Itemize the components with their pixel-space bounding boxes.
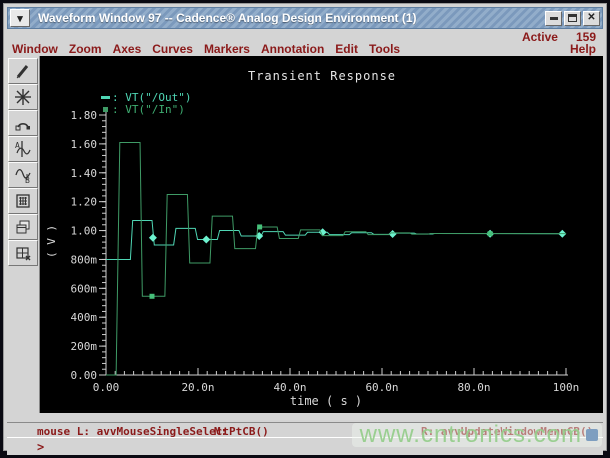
minimize-button[interactable] — [545, 11, 562, 26]
svg-text:1.40: 1.40 — [71, 167, 98, 180]
tool-calculator-button[interactable] — [8, 188, 38, 214]
probe-arc-icon — [14, 114, 32, 132]
menu-item-axes[interactable]: Axes — [113, 42, 142, 56]
watermark-grip — [586, 429, 598, 441]
legend-label-in: : VT("/In") — [112, 103, 185, 116]
maximize-button[interactable] — [564, 11, 581, 26]
pen-icon — [14, 62, 32, 80]
svg-text:1.00: 1.00 — [71, 225, 98, 238]
copy-window-icon — [14, 218, 32, 236]
svg-text:1.20: 1.20 — [71, 196, 98, 209]
legend-item-out[interactable]: : VT("/Out") — [101, 91, 191, 103]
menu-item-annotation[interactable]: Annotation — [261, 42, 324, 56]
menu-item-window[interactable]: Window — [12, 42, 58, 56]
menu-item-curves[interactable]: Curves — [152, 42, 193, 56]
status-mouse-middle: M: — [214, 425, 227, 438]
menu-item-tools[interactable]: Tools — [369, 42, 400, 56]
legend: : VT("/Out") : VT("/In") — [101, 91, 191, 115]
window-menu-button[interactable]: ▾ — [10, 9, 30, 27]
maximize-icon — [568, 14, 577, 22]
titlebar[interactable]: ▾ Waveform Window 97 -- Cadence® Analog … — [7, 7, 603, 29]
watermark-text: www.cntronics.com — [360, 423, 582, 447]
svg-text:100n: 100n — [553, 381, 580, 394]
svg-text:0.00: 0.00 — [93, 381, 120, 394]
status-mouse-left: mouse L: avvMouseSingleSelectPtCB() — [37, 425, 269, 438]
svg-text:0.00: 0.00 — [71, 369, 98, 382]
svg-text:60.0n: 60.0n — [365, 381, 398, 394]
tool-vertical-marker-button[interactable]: A — [8, 136, 38, 162]
svg-text:800m: 800m — [71, 253, 98, 266]
svg-text:1.60: 1.60 — [71, 138, 98, 151]
plot-title: Transient Response — [222, 69, 422, 83]
svg-text:600m: 600m — [71, 282, 98, 295]
screenshot-root: ▾ Waveform Window 97 -- Cadence® Analog … — [0, 0, 610, 458]
svg-text:20.0n: 20.0n — [181, 381, 214, 394]
legend-item-in[interactable]: : VT("/In") — [101, 103, 191, 115]
plot-canvas[interactable]: 0.00 20.0n 40.0n 60.0n 80.0n 100n 0.00 200m 400m… — [41, 56, 603, 413]
tool-horizontal-marker-button[interactable]: B — [8, 162, 38, 188]
window-title: Waveform Window 97 -- Cadence® Analog De… — [30, 11, 545, 25]
y-axis-title: ( V ) — [45, 211, 59, 271]
strip-chart-icon — [14, 244, 32, 262]
calculator-icon — [14, 192, 32, 210]
main-area: A B — [7, 56, 603, 413]
window-frame: ▾ Waveform Window 97 -- Cadence® Analog … — [3, 3, 607, 451]
x-axis-title: time ( s ) — [266, 394, 386, 408]
prompt-caret: > — [37, 440, 44, 454]
svg-text:1.80: 1.80 — [71, 109, 98, 122]
tool-probe-button[interactable] — [8, 110, 38, 136]
tool-copy-window-button[interactable] — [8, 214, 38, 240]
menu-item-markers[interactable]: Markers — [204, 42, 250, 56]
close-icon: ✕ — [587, 13, 595, 23]
svg-text:B: B — [25, 176, 30, 184]
legend-square-marker-icon — [103, 107, 108, 112]
tool-star-button[interactable] — [8, 84, 38, 110]
menu-item-zoom[interactable]: Zoom — [69, 42, 102, 56]
close-button[interactable]: ✕ — [583, 11, 600, 26]
svg-text:400m: 400m — [71, 311, 98, 324]
horizontal-marker-b-icon: B — [14, 166, 32, 184]
tool-pen-button[interactable] — [8, 58, 38, 84]
minimize-icon — [550, 17, 558, 20]
chevron-down-icon: ▾ — [17, 12, 23, 25]
menu-item-help[interactable]: Help — [570, 42, 596, 56]
toolbar: A B — [7, 56, 40, 413]
menu-item-edit[interactable]: Edit — [335, 42, 358, 56]
tool-strip-chart-button[interactable] — [8, 240, 38, 266]
legend-dash-marker-icon — [101, 96, 110, 99]
watermark: www.cntronics.com — [352, 423, 602, 447]
svg-text:80.0n: 80.0n — [457, 381, 490, 394]
svg-text:40.0n: 40.0n — [273, 381, 306, 394]
vertical-marker-a-icon: A — [14, 140, 32, 158]
svg-text:200m: 200m — [71, 340, 98, 353]
star-icon — [14, 88, 32, 106]
